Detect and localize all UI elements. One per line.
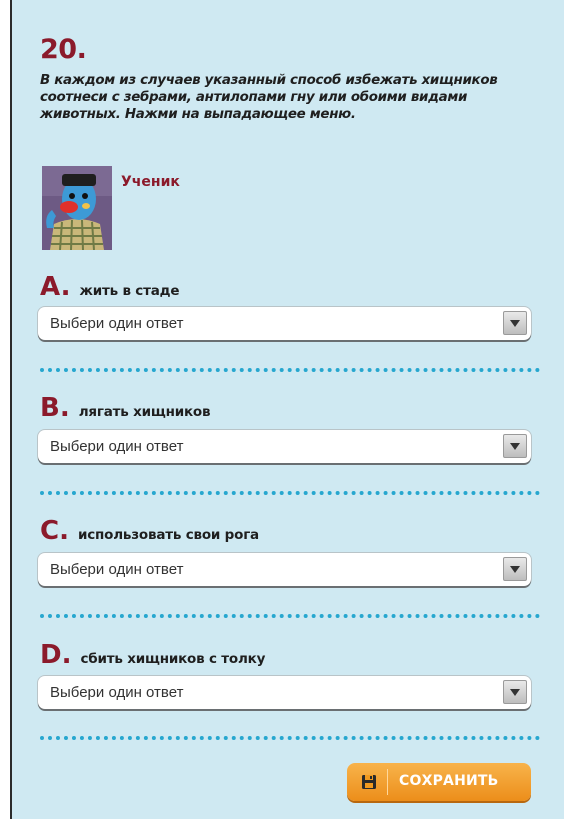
- item-a-text: жить в стаде: [79, 283, 180, 299]
- item-a-dropdown-value: Выбери один ответ: [50, 315, 184, 332]
- item-c-dropdown[interactable]: Выбери один ответ: [38, 553, 531, 586]
- save-button[interactable]: СОХРАНИТЬ: [347, 763, 531, 801]
- item-c-text: использовать свои рога: [77, 527, 259, 543]
- item-b-text: лягать хищников: [78, 404, 211, 420]
- separator: [40, 491, 540, 495]
- question-number: 20.: [40, 34, 87, 65]
- question-instruction: В каждом из случаев указанный способ изб…: [40, 73, 498, 122]
- student-avatar: [42, 166, 112, 250]
- student-label: Ученик: [121, 174, 180, 190]
- separator: [40, 368, 540, 372]
- dropdown-arrow-icon[interactable]: [503, 557, 527, 581]
- separator: [40, 614, 540, 618]
- item-d-dropdown-value: Выбери один ответ: [50, 684, 184, 701]
- item-a-letter: A.: [40, 272, 71, 302]
- dropdown-arrow-icon[interactable]: [503, 434, 527, 458]
- item-d-heading: D. сбить хищников с толку: [40, 640, 265, 670]
- item-b-dropdown-value: Выбери один ответ: [50, 438, 184, 455]
- item-b-dropdown[interactable]: Выбери один ответ: [38, 430, 531, 463]
- item-b-heading: B. лягать хищников: [40, 393, 211, 423]
- separator: [40, 736, 540, 740]
- item-a-heading: A. жить в стаде: [40, 272, 179, 302]
- item-d-text: сбить хищников с толку: [80, 651, 266, 667]
- save-button-divider: [387, 769, 388, 795]
- item-c-heading: C. использовать свои рога: [40, 516, 259, 546]
- dropdown-arrow-icon[interactable]: [503, 311, 527, 335]
- item-b-letter: B.: [40, 393, 70, 423]
- item-d-dropdown[interactable]: Выбери один ответ: [38, 676, 531, 709]
- save-button-label: СОХРАНИТЬ: [399, 773, 499, 789]
- item-c-letter: C.: [40, 516, 69, 546]
- item-c-dropdown-value: Выбери один ответ: [50, 561, 184, 578]
- dropdown-arrow-icon[interactable]: [503, 680, 527, 704]
- student-avatar-image: [42, 166, 112, 250]
- question-panel: 20. В каждом из случаев указанный способ…: [10, 0, 564, 819]
- save-icon: [362, 775, 376, 789]
- item-a-dropdown[interactable]: Выбери один ответ: [38, 307, 531, 340]
- item-d-letter: D.: [40, 640, 72, 670]
